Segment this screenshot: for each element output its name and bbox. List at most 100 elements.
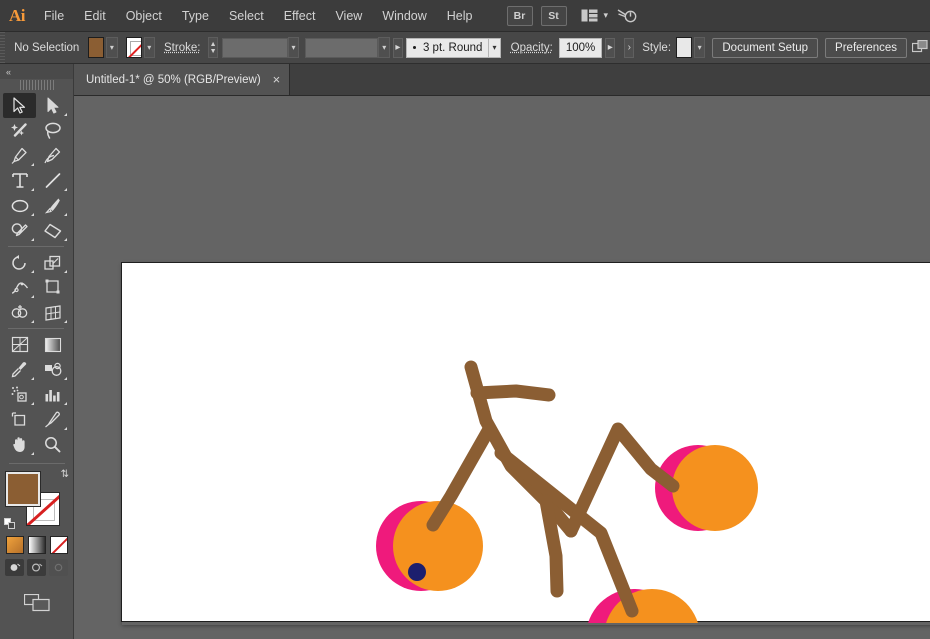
artboard[interactable] <box>121 262 930 623</box>
stroke-weight-stepper[interactable]: ▲ ▼ <box>208 37 218 58</box>
control-bar: No Selection ▾ ▾ Stroke: ▲ ▼ ▾ ▾ ▸ 3 pt. … <box>0 31 930 64</box>
rotate-tool[interactable] <box>3 250 36 275</box>
draw-normal-button[interactable] <box>5 559 24 576</box>
arrange-documents-icon[interactable] <box>577 5 603 27</box>
free-transform-tool[interactable] <box>36 275 69 300</box>
draw-mode-buttons <box>0 559 73 576</box>
canvas-area[interactable] <box>74 96 930 639</box>
draw-inside-button[interactable] <box>49 559 68 576</box>
type-tool[interactable] <box>3 168 36 193</box>
brush-definition-field[interactable]: 3 pt. Round <box>405 37 490 58</box>
gradient-mode-button[interactable] <box>27 536 46 554</box>
menu-file[interactable]: File <box>34 0 74 32</box>
tools-panel-grip[interactable] <box>19 80 54 90</box>
pen-tool[interactable] <box>3 143 36 168</box>
brush-preview-dot-icon <box>412 46 416 49</box>
fill-color-swatch[interactable] <box>88 37 105 58</box>
berry-group-bottom <box>588 589 698 623</box>
berry-group-left <box>376 501 483 591</box>
fill-color-indicator[interactable] <box>5 471 41 507</box>
hand-tool[interactable] <box>3 432 36 457</box>
berry-right-orange <box>672 445 758 531</box>
line-segment-tool[interactable] <box>36 168 69 193</box>
artboard-tool[interactable] <box>3 407 36 432</box>
close-icon[interactable]: × <box>273 73 281 86</box>
stroke-weight-dropdown-icon[interactable]: ▾ <box>287 37 300 58</box>
curvature-tool[interactable] <box>36 143 69 168</box>
scale-tool[interactable] <box>36 250 69 275</box>
arrange-objects-icon[interactable] <box>911 37 930 59</box>
stroke-overflow-arrow-icon[interactable]: ▸ <box>392 37 403 58</box>
selection-tool[interactable] <box>3 93 36 118</box>
blend-tool[interactable] <box>36 357 69 382</box>
menu-bar: Ai File Edit Object Type Select Effect V… <box>0 0 930 32</box>
tool-grid <box>3 93 69 457</box>
paintbrush-tool[interactable] <box>36 193 69 218</box>
shaper-pencil-tool[interactable] <box>3 218 36 243</box>
document-tab-bar: Untitled-1* @ 50% (RGB/Preview) × <box>74 64 930 96</box>
width-tool[interactable] <box>3 275 36 300</box>
graphic-style-dropdown-icon[interactable]: ▾ <box>693 37 706 58</box>
opacity-field[interactable]: 100% <box>558 37 603 58</box>
magic-wand-tool[interactable] <box>3 118 36 143</box>
mesh-tool[interactable] <box>3 332 36 357</box>
brush-definition-dropdown-icon[interactable]: ▾ <box>489 37 501 58</box>
stroke-profile-dropdown-icon[interactable]: ▾ <box>378 37 390 58</box>
stock-icon[interactable]: St <box>540 5 567 26</box>
eyedropper-tool[interactable] <box>3 357 36 382</box>
control-bar-expand-arrow-icon[interactable]: › <box>624 37 635 58</box>
color-mode-button[interactable] <box>5 536 24 554</box>
brush-definition-value: 3 pt. Round <box>422 41 483 54</box>
document-tab[interactable]: Untitled-1* @ 50% (RGB/Preview) × <box>74 64 291 95</box>
eraser-tool[interactable] <box>36 218 69 243</box>
arrange-documents-chevron-icon[interactable]: ▾ <box>604 10 609 21</box>
menu-object[interactable]: Object <box>116 0 172 32</box>
shape-builder-tool[interactable] <box>3 300 36 325</box>
zoom-tool[interactable] <box>36 432 69 457</box>
menu-view[interactable]: View <box>325 0 372 32</box>
menu-type[interactable]: Type <box>172 0 219 32</box>
change-screen-mode-button[interactable] <box>0 594 73 612</box>
control-bar-grip[interactable] <box>0 31 6 64</box>
perspective-grid-tool[interactable] <box>36 300 69 325</box>
preferences-button[interactable]: Preferences <box>825 37 908 58</box>
stroke-weight-field[interactable] <box>221 37 288 58</box>
menu-select[interactable]: Select <box>219 0 274 32</box>
gradient-tool[interactable] <box>36 332 69 357</box>
stroke-color-swatch[interactable] <box>125 37 142 58</box>
none-mode-button[interactable] <box>49 536 68 554</box>
column-graph-tool[interactable] <box>36 382 69 407</box>
menu-effect[interactable]: Effect <box>274 0 326 32</box>
default-fill-stroke-icon[interactable] <box>4 518 17 531</box>
tools-panel: « ⇅ <box>0 64 74 639</box>
illustrator-logo-icon: Ai <box>9 5 26 25</box>
swap-fill-stroke-icon[interactable]: ⇅ <box>61 470 69 480</box>
ellipse-tool[interactable] <box>3 193 36 218</box>
selection-status: No Selection <box>14 41 80 54</box>
fill-color-dropdown-icon[interactable]: ▾ <box>106 37 118 58</box>
color-mode-buttons <box>0 536 73 554</box>
style-label: Style: <box>642 41 672 54</box>
menu-window[interactable]: Window <box>372 0 436 32</box>
stroke-profile-field[interactable] <box>305 37 379 58</box>
bridge-icon[interactable]: Br <box>506 5 533 26</box>
opacity-label: Opacity: <box>510 41 553 54</box>
direct-selection-tool[interactable] <box>36 93 69 118</box>
document-setup-button[interactable]: Document Setup <box>712 37 819 58</box>
branch-upper-spur <box>470 384 556 402</box>
search-adobe-stock-icon[interactable] <box>614 5 640 27</box>
fill-stroke-controls: ⇅ <box>4 470 70 532</box>
opacity-overflow-arrow-icon[interactable]: ▸ <box>605 37 616 58</box>
symbol-sprayer-tool[interactable] <box>3 382 36 407</box>
graphic-style-swatch[interactable] <box>676 37 692 58</box>
slice-tool[interactable] <box>36 407 69 432</box>
menu-help[interactable]: Help <box>437 0 483 32</box>
stroke-color-dropdown-icon[interactable]: ▾ <box>143 37 156 58</box>
lasso-tool[interactable] <box>36 118 69 143</box>
menu-edit[interactable]: Edit <box>74 0 116 32</box>
tools-panel-collapse-icon[interactable]: « <box>0 64 73 79</box>
draw-behind-button[interactable] <box>27 559 46 576</box>
document-tab-title: Untitled-1* @ 50% (RGB/Preview) <box>86 73 261 86</box>
artwork-berry-branch <box>376 360 758 623</box>
berry-left-dot <box>408 563 426 581</box>
